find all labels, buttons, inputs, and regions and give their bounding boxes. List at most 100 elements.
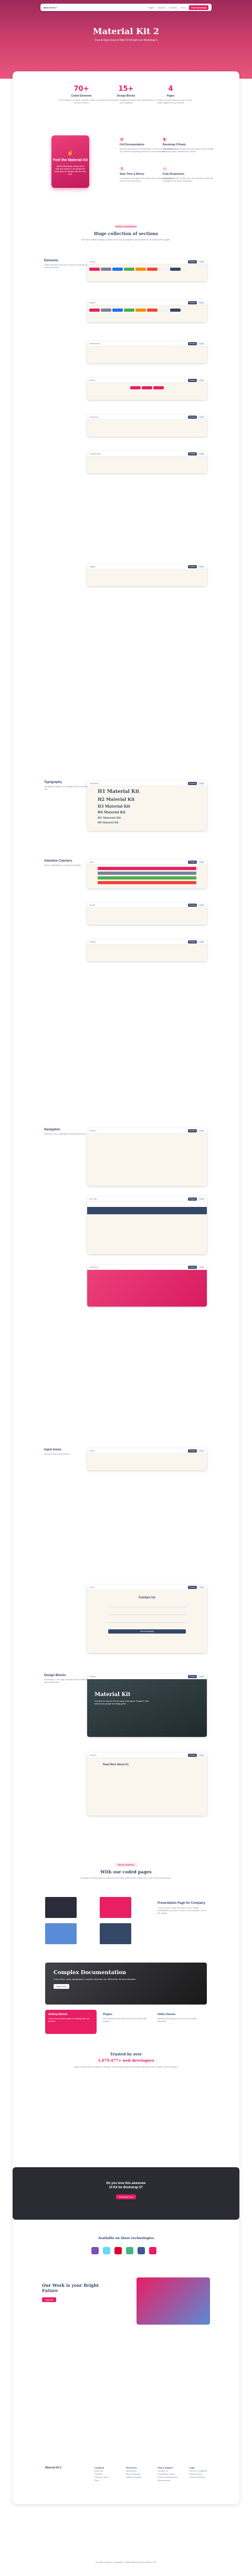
send-message-button[interactable]: Send Message xyxy=(108,1629,186,1634)
download-subtitle: UI Kit for Bootstrap 5? xyxy=(109,2186,143,2189)
demo-title: Toggles xyxy=(89,565,96,568)
tab-preview[interactable]: Preview xyxy=(188,1585,197,1589)
tab-code[interactable]: Code xyxy=(198,1585,205,1589)
tab-preview[interactable]: Preview xyxy=(188,1753,197,1757)
alert-primary xyxy=(98,867,196,870)
footer-link[interactable]: Sponsorships xyxy=(158,2479,189,2482)
tab-preview[interactable]: Preview xyxy=(188,378,197,382)
tab-preview[interactable]: Preview xyxy=(188,860,197,864)
tab-preview[interactable]: Preview xyxy=(188,903,197,907)
category-desc: Select elements from the component libra… xyxy=(44,263,89,269)
bootstrap-icon[interactable] xyxy=(91,2247,99,2254)
tab-code[interactable]: Code xyxy=(198,260,205,263)
demo-inputs: Inputs Preview Code xyxy=(87,1448,207,1470)
tab-code[interactable]: Code xyxy=(198,1129,205,1132)
react-icon[interactable] xyxy=(103,2247,110,2254)
feature-desc: The world's most popular front-end open … xyxy=(163,147,214,153)
tab-preview[interactable]: Preview xyxy=(188,415,197,419)
features-block-title: Read More About Us xyxy=(103,1763,129,1766)
tab-code[interactable]: Code xyxy=(198,378,205,382)
angular-icon[interactable] xyxy=(114,2247,122,2254)
category-desc: Navbars, navs, pagination and breadcrumb… xyxy=(44,1132,86,1135)
footer-link[interactable]: Blog xyxy=(94,2479,126,2482)
docs-card-desc: Material Kit is giving you a lot of pre-… xyxy=(158,2017,197,2022)
category-desc: A selection of 45 page sections that fit… xyxy=(44,1678,90,1683)
demo-title: Typography xyxy=(89,782,99,785)
docs-card-plugins[interactable]: Plugins Get inspiration and have an over… xyxy=(100,2010,151,2034)
tab-code[interactable]: Code xyxy=(198,1449,205,1453)
tab-preview[interactable]: Preview xyxy=(188,1674,197,1678)
tab-code[interactable]: Code xyxy=(198,415,205,419)
demo-headers: Headers Preview Code Material Kit The time… xyxy=(87,1674,207,1737)
touch-app-icon: ☝ xyxy=(67,150,74,155)
docs-desc: From colors, cards, typography to comple… xyxy=(54,1978,136,1980)
pink-card-title: Feel the Material Kit xyxy=(52,158,88,162)
tab-code[interactable]: Code xyxy=(198,903,205,907)
tab-code[interactable]: Code xyxy=(198,781,205,785)
nav-link-sections[interactable]: Sections xyxy=(169,6,177,9)
page-preview-4[interactable] xyxy=(100,1923,131,1944)
typography-h1: H1 Material Kit xyxy=(98,789,140,794)
contact-title: Contact Us xyxy=(139,1596,155,1599)
tab-code[interactable]: Code xyxy=(198,1197,205,1201)
flip-icon: ◧ xyxy=(163,137,167,142)
vue-icon[interactable] xyxy=(126,2247,133,2254)
demo-alerts: Alerts Preview Code xyxy=(87,860,207,888)
upgrade-button[interactable]: Upgrade xyxy=(42,2297,57,2302)
category-title: Elements xyxy=(44,259,58,262)
tab-preview[interactable]: Preview xyxy=(188,301,197,304)
tab-code[interactable]: Code xyxy=(198,940,205,944)
alert-secondary xyxy=(98,872,196,875)
page-preview-3[interactable] xyxy=(45,1923,77,1944)
footer-link[interactable]: Affiliate Program xyxy=(126,2476,158,2479)
demo-title: Modals xyxy=(89,904,96,906)
nav-link-account[interactable]: Account xyxy=(158,6,165,9)
docs-card-utilities[interactable]: Utility Classes Material Kit is giving y… xyxy=(154,2010,206,2034)
demo-buttons: Buttons Preview Code xyxy=(87,378,207,400)
footer-link[interactable]: Licenses (EULA) xyxy=(189,2476,220,2479)
demo-modals: Modals Preview Code xyxy=(87,903,207,925)
tab-preview[interactable]: Preview xyxy=(188,565,197,568)
tab-preview[interactable]: Preview xyxy=(188,781,197,785)
page-preview-1[interactable] xyxy=(45,1897,77,1918)
category-design-blocks: Design Blocks A selection of 45 page sec… xyxy=(44,1674,91,1683)
free-download-button[interactable]: Free Download xyxy=(189,5,208,10)
counter-blocks: 15+ Design Blocks Mix the sections, chan… xyxy=(102,85,150,104)
tab-preview[interactable]: Preview xyxy=(188,1197,197,1201)
tab-code[interactable]: Code xyxy=(198,860,205,864)
tab-code[interactable]: Code xyxy=(198,342,205,345)
page-preview-2[interactable] xyxy=(100,1897,131,1918)
header-block-desc: The time is now for it to be okay to be … xyxy=(94,1700,149,1705)
footer-col-legal: Legal Terms & Conditions Privacy Policy … xyxy=(189,2466,220,2479)
nav-link-docs[interactable]: Docs xyxy=(181,6,185,9)
tab-code[interactable]: Code xyxy=(198,1674,205,1678)
tab-preview[interactable]: Preview xyxy=(188,1265,197,1269)
trusted-desc: Many Fortune 500 companies, startups, un… xyxy=(74,2065,178,2068)
footer-brand[interactable]: Material Kit 2 xyxy=(45,2466,61,2469)
docs-title: Complex Documentation xyxy=(54,1970,127,1976)
docs-card-getting-started[interactable]: Getting Started Check the possible ways … xyxy=(45,2010,97,2034)
navbar-brand[interactable]: Material Kit 2 xyxy=(44,6,57,9)
figma-icon[interactable] xyxy=(138,2247,145,2254)
tab-code[interactable]: Code xyxy=(198,452,205,455)
devices-icon: ▭ xyxy=(163,167,167,171)
tab-preview[interactable]: Preview xyxy=(188,940,197,944)
tab-preview[interactable]: Preview xyxy=(188,260,197,263)
demo-pagination: Pagination Preview Code xyxy=(87,1265,207,1307)
nav-link-pages[interactable]: Pages xyxy=(148,6,154,9)
tab-code[interactable]: Code xyxy=(198,565,205,568)
tab-code[interactable]: Code xyxy=(198,1753,205,1757)
tab-code[interactable]: Code xyxy=(198,1265,205,1269)
tab-code[interactable]: Code xyxy=(198,301,205,304)
demo-title: Features xyxy=(89,1754,97,1756)
sketch-icon[interactable] xyxy=(149,2247,156,2254)
tab-preview[interactable]: Preview xyxy=(188,1449,197,1453)
tab-preview[interactable]: Preview xyxy=(188,1129,197,1132)
download-now-button[interactable]: Download Now xyxy=(116,2195,136,2199)
price-change-icon: $ xyxy=(120,167,124,171)
tab-preview[interactable]: Preview xyxy=(188,452,197,455)
section-badge: Boost creativity xyxy=(114,1863,138,1867)
header-block-title: Material Kit xyxy=(94,1692,131,1698)
tab-preview[interactable]: Preview xyxy=(188,342,197,345)
read-docs-button[interactable]: Read Docs xyxy=(54,1984,69,1989)
